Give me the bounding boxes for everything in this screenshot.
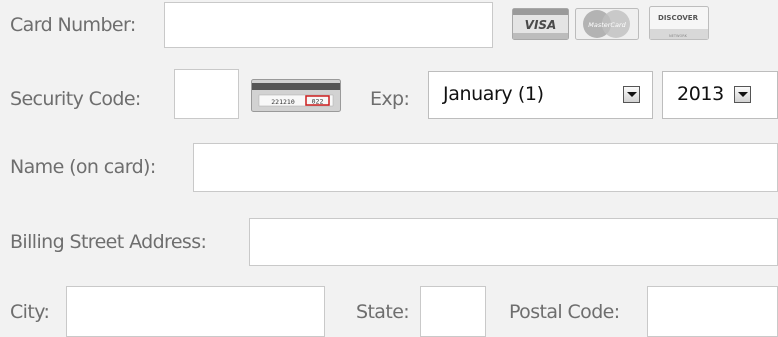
city-label: City:: [10, 301, 50, 323]
name-on-card-input[interactable]: [193, 143, 778, 192]
chevron-down-icon[interactable]: [734, 86, 751, 103]
security-code-label: Security Code:: [10, 88, 141, 110]
visa-logo-text: VISA: [525, 18, 557, 32]
exp-label: Exp:: [370, 88, 410, 110]
cvv-card-number-text: 221210: [271, 98, 295, 106]
postal-code-label: Postal Code:: [509, 301, 620, 323]
card-number-label: Card Number:: [10, 14, 136, 36]
exp-year-value: 2013: [677, 83, 724, 105]
billing-street-label: Billing Street Address:: [10, 231, 207, 253]
name-on-card-label: Name (on card):: [10, 156, 156, 178]
billing-street-input[interactable]: [249, 218, 778, 266]
exp-month-value: January (1): [443, 83, 544, 105]
card-number-input[interactable]: [164, 2, 493, 48]
mastercard-logo-text: MasterCard: [588, 21, 626, 29]
discover-logo-text: DISCOVER: [658, 14, 699, 22]
security-code-input[interactable]: [174, 69, 239, 119]
city-input[interactable]: [66, 286, 325, 337]
discover-network-text: NETWORK: [669, 34, 688, 38]
state-label: State:: [356, 301, 410, 323]
visa-card-icon: VISA: [512, 8, 569, 40]
mastercard-card-icon: MasterCard: [575, 8, 639, 40]
chevron-down-icon[interactable]: [623, 86, 640, 103]
exp-month-select[interactable]: January (1): [428, 71, 653, 119]
state-input[interactable]: [420, 286, 486, 337]
postal-code-input[interactable]: [647, 286, 778, 337]
card-back-cvv-icon: 221210 022: [251, 79, 341, 112]
discover-card-icon: DISCOVER NETWORK: [649, 6, 709, 40]
cvv-code-text: 022: [312, 98, 324, 106]
exp-year-select[interactable]: 2013: [662, 71, 778, 119]
